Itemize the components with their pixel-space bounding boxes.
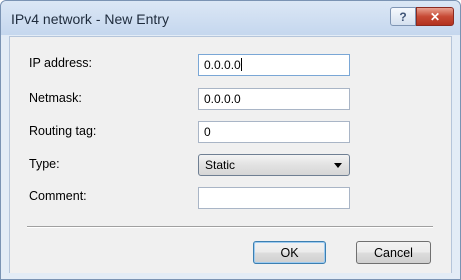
- netmask-label: Netmask:: [29, 91, 82, 105]
- routing-tag-value: 0: [204, 125, 211, 139]
- help-icon: ?: [399, 9, 407, 24]
- ok-button[interactable]: OK: [253, 241, 326, 264]
- routing-tag-label: Routing tag:: [29, 124, 97, 138]
- ip-address-input[interactable]: 0.0.0.0: [198, 54, 350, 76]
- netmask-input[interactable]: 0.0.0.0: [198, 88, 350, 110]
- close-button[interactable]: ✕: [416, 7, 454, 26]
- comment-input[interactable]: [198, 187, 350, 209]
- type-selected-value: Static: [205, 158, 236, 172]
- routing-tag-input[interactable]: 0: [198, 121, 350, 143]
- chevron-down-icon: [334, 163, 342, 168]
- help-button[interactable]: ?: [390, 7, 416, 26]
- netmask-value: 0.0.0.0: [204, 92, 241, 106]
- ip-address-value: 0.0.0.0: [204, 58, 241, 72]
- title-bar[interactable]: IPv4 network - New Entry ? ✕: [1, 1, 460, 35]
- title-bar-buttons: ? ✕: [390, 7, 454, 26]
- cancel-button[interactable]: Cancel: [356, 241, 431, 264]
- window-title: IPv4 network - New Entry: [11, 11, 169, 27]
- text-caret: [240, 58, 242, 71]
- dialog-window: IPv4 network - New Entry ? ✕ IP address:…: [0, 0, 461, 280]
- ip-address-label: IP address:: [29, 56, 93, 70]
- separator-line: [27, 226, 433, 228]
- type-label: Type:: [29, 157, 60, 171]
- comment-label: Comment:: [29, 189, 87, 203]
- dialog-body: IP address: 0.0.0.0 Netmask: 0.0.0.0 Rou…: [9, 36, 452, 273]
- close-icon: ✕: [429, 9, 441, 24]
- type-select[interactable]: Static: [198, 154, 350, 176]
